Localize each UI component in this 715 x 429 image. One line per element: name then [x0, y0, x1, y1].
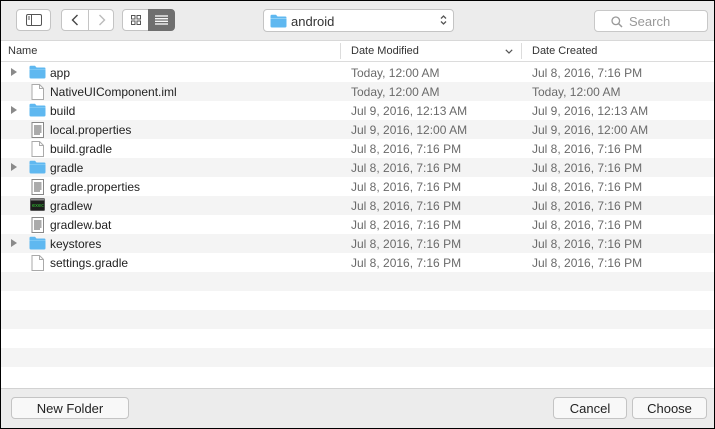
- column-header: Name Date Modified Date Created: [1, 41, 714, 62]
- chevron-right-icon: [99, 14, 106, 26]
- file-name: gradle: [50, 161, 84, 175]
- file-row[interactable]: app Today, 12:00 AM Jul 8, 2016, 7:16 PM: [1, 63, 714, 82]
- file-name: keystores: [50, 237, 102, 251]
- file-name: gradlew: [50, 199, 93, 213]
- grid-icon: [130, 15, 141, 25]
- file-row[interactable]: gradle Jul 8, 2016, 7:16 PM Jul 8, 2016, 7…: [1, 158, 714, 177]
- terminal-icon: exec: [30, 198, 45, 214]
- file-dialog: android Search Name Date Modified Date C…: [1, 1, 714, 428]
- file-date-modified: Jul 8, 2016, 7:16 PM: [351, 180, 462, 194]
- file-date-created: Jul 8, 2016, 7:16 PM: [532, 66, 643, 80]
- bottom-bar: New Folder Cancel Choose: [1, 388, 714, 428]
- file-name: build: [50, 104, 76, 118]
- file-name: app: [50, 66, 71, 80]
- list-view-button[interactable]: [148, 9, 175, 31]
- file-row[interactable]: keystores Jul 8, 2016, 7:16 PM Jul 8, 2016…: [1, 234, 714, 253]
- file-row[interactable]: gradle.properties Jul 8, 2016, 7:16 PM Jul…: [1, 177, 714, 196]
- folder-icon: [29, 65, 46, 82]
- file-date-created: Jul 8, 2016, 7:16 PM: [532, 161, 643, 175]
- file-name: NativeUIComponent.iml: [50, 85, 177, 99]
- toolbar: android Search: [1, 1, 714, 40]
- column-date-modified[interactable]: Date Modified: [351, 45, 419, 57]
- file-date-modified: Jul 9, 2016, 12:00 AM: [351, 123, 468, 137]
- new-folder-button[interactable]: New Folder: [11, 397, 129, 419]
- file-date-created: Jul 8, 2016, 7:16 PM: [532, 142, 643, 156]
- file-name: build.gradle: [50, 142, 113, 156]
- disclosure-triangle-icon[interactable]: [11, 163, 17, 171]
- file-date-created: Jul 8, 2016, 7:16 PM: [532, 199, 643, 213]
- disclosure-triangle-icon[interactable]: [11, 239, 17, 247]
- file-name: settings.gradle: [50, 256, 129, 270]
- file-date-created: Jul 9, 2016, 12:00 AM: [532, 123, 649, 137]
- file-row[interactable]: exec gradlew Jul 8, 2016, 7:16 PM Jul 8, 20…: [1, 196, 714, 215]
- forward-button[interactable]: [89, 10, 115, 30]
- back-forward-control: [61, 9, 114, 31]
- file-row[interactable]: build Jul 9, 2016, 12:13 AM Jul 9, 2016, 1…: [1, 101, 714, 120]
- search-field[interactable]: Search: [594, 10, 708, 32]
- file-date-created: Jul 8, 2016, 7:16 PM: [532, 218, 643, 232]
- svg-text:exec: exec: [32, 203, 44, 209]
- sidebar-toggle-button[interactable]: [16, 9, 51, 31]
- choose-button[interactable]: Choose: [632, 397, 707, 419]
- empty-row: [1, 329, 714, 348]
- disclosure-triangle-icon[interactable]: [11, 68, 17, 76]
- updown-chevron-icon: [440, 15, 447, 25]
- search-placeholder: Search: [629, 14, 671, 29]
- empty-row: [1, 310, 714, 329]
- folder-icon: [29, 103, 46, 120]
- file-row[interactable]: settings.gradle Jul 8, 2016, 7:16 PM Jul 8…: [1, 253, 714, 272]
- column-name[interactable]: Name: [8, 45, 37, 57]
- file-date-modified: Jul 8, 2016, 7:16 PM: [351, 142, 462, 156]
- list-icon: [155, 15, 168, 25]
- file-row[interactable]: gradlew.bat Jul 8, 2016, 7:16 PM Jul 8, 20…: [1, 215, 714, 234]
- file-name: gradle.properties: [50, 180, 141, 194]
- location-popup[interactable]: android: [263, 9, 454, 32]
- folder-icon: [270, 14, 287, 28]
- file-row[interactable]: local.properties Jul 9, 2016, 12:00 AM Jul…: [1, 120, 714, 139]
- chevron-left-icon: [71, 14, 78, 26]
- file-date-created: Today, 12:00 AM: [532, 85, 621, 99]
- file-rows: app Today, 12:00 AM Jul 8, 2016, 7:16 PM Na…: [1, 63, 714, 386]
- file-date-created: Jul 8, 2016, 7:16 PM: [532, 256, 643, 270]
- file-date-modified: Jul 8, 2016, 7:16 PM: [351, 199, 462, 213]
- file-row[interactable]: NativeUIComponent.iml Today, 12:00 AM Toda…: [1, 82, 714, 101]
- file-date-created: Jul 8, 2016, 7:16 PM: [532, 180, 643, 194]
- empty-row: [1, 367, 714, 386]
- column-date-created[interactable]: Date Created: [532, 45, 597, 57]
- file-list: Name Date Modified Date Created app Today…: [1, 40, 714, 388]
- empty-row: [1, 272, 714, 291]
- disclosure-triangle-icon[interactable]: [11, 106, 17, 114]
- sort-chevron-icon[interactable]: [505, 49, 513, 54]
- file-date-modified: Jul 9, 2016, 12:13 AM: [351, 104, 468, 118]
- back-button[interactable]: [62, 10, 88, 30]
- file-date-modified: Jul 8, 2016, 7:16 PM: [351, 218, 462, 232]
- location-label: android: [291, 14, 335, 29]
- folder-icon: [29, 160, 46, 177]
- cancel-button[interactable]: Cancel: [553, 397, 627, 419]
- file-name: local.properties: [50, 123, 132, 137]
- sidebar-icon: [25, 14, 42, 26]
- document-icon: [31, 255, 44, 274]
- file-name: gradlew.bat: [50, 218, 112, 232]
- file-date-modified: Today, 12:00 AM: [351, 66, 440, 80]
- file-date-modified: Today, 12:00 AM: [351, 85, 440, 99]
- file-row[interactable]: build.gradle Jul 8, 2016, 7:16 PM Jul 8, 2…: [1, 139, 714, 158]
- icon-view-button[interactable]: [122, 9, 149, 31]
- file-date-created: Jul 9, 2016, 12:13 AM: [532, 104, 649, 118]
- folder-icon: [29, 236, 46, 253]
- empty-row: [1, 348, 714, 367]
- file-date-created: Jul 8, 2016, 7:16 PM: [532, 237, 643, 251]
- file-date-modified: Jul 8, 2016, 7:16 PM: [351, 256, 462, 270]
- file-date-modified: Jul 8, 2016, 7:16 PM: [351, 237, 462, 251]
- empty-row: [1, 291, 714, 310]
- search-icon: [611, 16, 623, 28]
- file-date-modified: Jul 8, 2016, 7:16 PM: [351, 161, 462, 175]
